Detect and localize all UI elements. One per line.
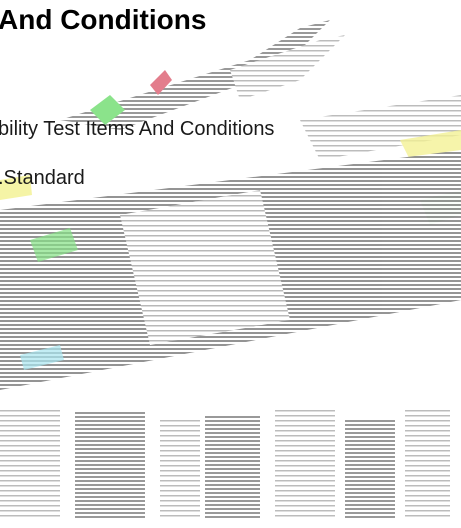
background-art — [0, 20, 461, 520]
page-heading: And Conditions — [0, 4, 207, 35]
bottom-blocks — [0, 410, 450, 520]
section-title: bility Test Items And Conditions — [0, 118, 275, 140]
subsection-title: .Standard — [0, 167, 85, 189]
top-streak — [60, 20, 345, 130]
document-page: And Conditions bility Test Items And Con… — [0, 0, 461, 528]
